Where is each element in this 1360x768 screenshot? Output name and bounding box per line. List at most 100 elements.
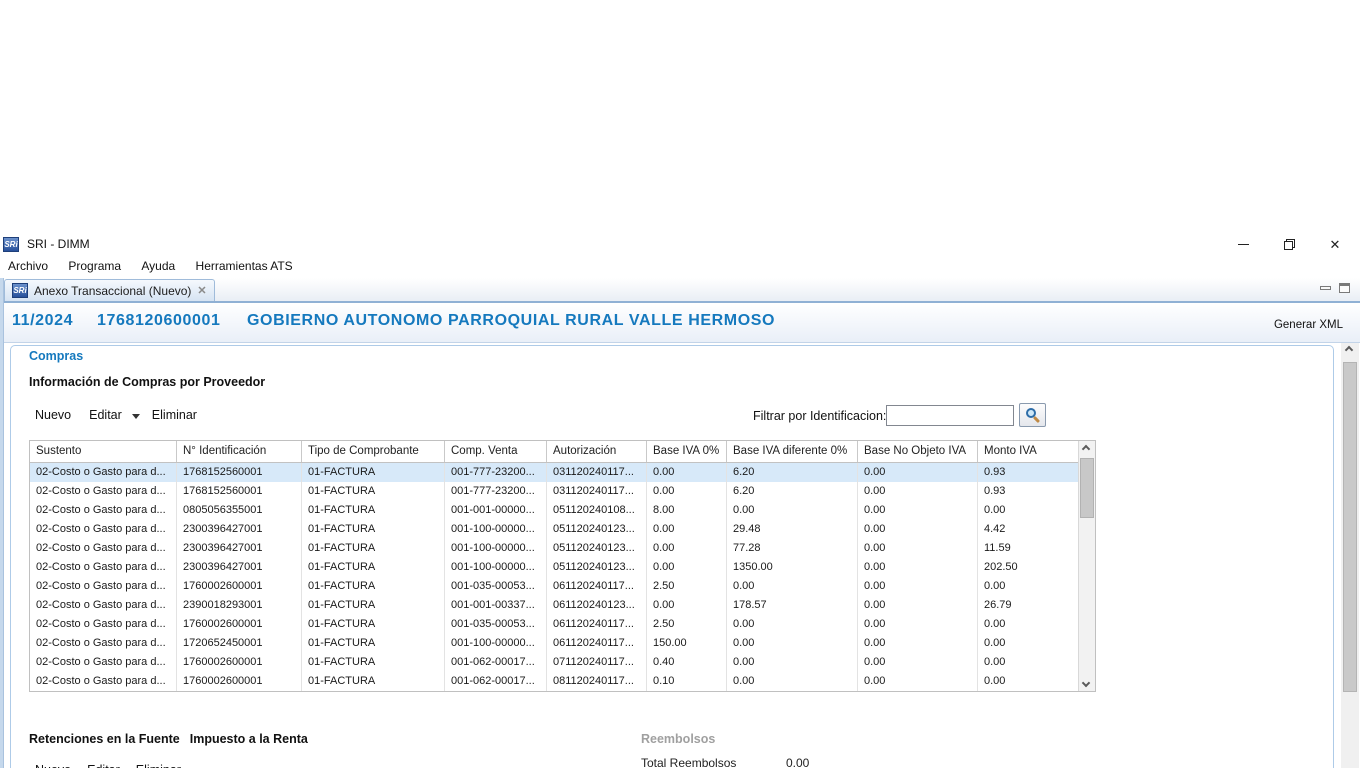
retenciones-eliminar-button[interactable]: Eliminar (136, 763, 181, 768)
table-cell: 051120240123... (547, 539, 647, 558)
sri-app-icon: SRi (3, 237, 19, 252)
page-scrollbar[interactable] (1341, 343, 1359, 768)
table-row[interactable]: 02-Costo o Gasto para d...17206524500010… (30, 634, 1078, 653)
column-header[interactable]: Base No Objeto IVA (858, 441, 978, 462)
table-cell: 202.50 (978, 558, 1078, 577)
table-cell: 0.00 (727, 501, 858, 520)
table-cell: 2.50 (647, 577, 727, 596)
restore-button[interactable] (1274, 232, 1304, 256)
table-row[interactable]: 02-Costo o Gasto para d...17600026000010… (30, 672, 1078, 691)
table-cell: 1768152560001 (177, 482, 302, 501)
table-cell: 02-Costo o Gasto para d... (30, 596, 177, 615)
table-cell: 001-100-00000... (445, 558, 547, 577)
table-cell: 0.00 (978, 672, 1078, 691)
ruc-label: 1768120600001 (97, 312, 220, 330)
table-cell: 1768152560001 (177, 463, 302, 482)
compras-group-title: Compras (29, 349, 83, 363)
table-row[interactable]: 02-Costo o Gasto para d...1768152560001 0… (30, 482, 1078, 501)
column-header[interactable]: N° Identificación (177, 441, 302, 462)
column-header[interactable]: Autorización (547, 441, 647, 462)
table-cell: 0.00 (647, 558, 727, 577)
table-cell: 0.00 (858, 482, 978, 501)
table-cell: 4.42 (978, 520, 1078, 539)
table-cell: 02-Costo o Gasto para d... (30, 501, 177, 520)
tab-close-icon[interactable]: ✕ (197, 284, 206, 297)
menu-herramientas-ats[interactable]: Herramientas ATS (196, 259, 293, 273)
table-cell: 02-Costo o Gasto para d... (30, 482, 177, 501)
column-header[interactable]: Comp. Venta (445, 441, 547, 462)
table-cell: 02-Costo o Gasto para d... (30, 577, 177, 596)
table-cell: 8.00 (647, 501, 727, 520)
minimize-button[interactable] (1228, 232, 1258, 256)
column-header[interactable]: Sustento (30, 441, 177, 462)
table-row[interactable]: 02-Costo o Gasto para d...23003964270010… (30, 558, 1078, 577)
nuevo-button[interactable]: Nuevo (35, 408, 71, 422)
table-cell: 001-100-00000... (445, 634, 547, 653)
search-button[interactable] (1019, 403, 1046, 427)
table-cell: 2390018293001 (177, 596, 302, 615)
table-scrollbar[interactable] (1078, 441, 1095, 691)
table-cell: 001-100-00000... (445, 520, 547, 539)
table-cell: 01-FACTURA (302, 596, 445, 615)
table-scrollbar-thumb[interactable] (1080, 458, 1094, 518)
retenciones-editar-button[interactable]: Editar (87, 763, 120, 768)
table-cell: 01-FACTURA (302, 520, 445, 539)
table-cell: 0.00 (727, 653, 858, 672)
retenciones-nuevo-button[interactable]: Nuevo (35, 763, 71, 768)
table-cell: 150.00 (647, 634, 727, 653)
table-row[interactable]: 02-Costo o Gasto para d...17600026000010… (30, 615, 1078, 634)
table-cell: 0.00 (727, 615, 858, 634)
column-header[interactable]: Monto IVA (978, 441, 1080, 462)
table-cell: 0.00 (647, 539, 727, 558)
table-cell: 0.93 (978, 463, 1078, 482)
table-cell: 02-Costo o Gasto para d... (30, 615, 177, 634)
total-reembolsos-value: 0.00 (786, 756, 809, 768)
table-cell: 29.48 (727, 520, 858, 539)
close-button[interactable]: ✕ (1320, 232, 1350, 256)
table-row[interactable]: 02-Costo o Gasto para d...17681525600010… (30, 463, 1078, 482)
compras-table: SustentoN° IdentificaciónTipo de Comprob… (29, 440, 1096, 692)
table-cell: 0.00 (978, 501, 1078, 520)
total-reembolsos-label: Total Reembolsos (641, 756, 736, 768)
menu-ayuda[interactable]: Ayuda (141, 259, 175, 273)
table-row[interactable]: 02-Costo o Gasto para d...23003964270010… (30, 520, 1078, 539)
scroll-up-icon[interactable] (1345, 346, 1353, 354)
table-row[interactable]: 02-Costo o Gasto para d...17600026000010… (30, 577, 1078, 596)
retenciones-title-part2: Impuesto a la Renta (190, 732, 308, 746)
maximize-pane-icon[interactable] (1339, 283, 1350, 293)
table-cell: 0.00 (858, 615, 978, 634)
table-cell: 0.00 (727, 672, 858, 691)
table-cell: 0.00 (727, 577, 858, 596)
table-header-row: SustentoN° IdentificaciónTipo de Comprob… (30, 441, 1095, 463)
table-row[interactable]: 02-Costo o Gasto para d...23900182930010… (30, 596, 1078, 615)
table-cell: 01-FACTURA (302, 558, 445, 577)
minimize-pane-icon[interactable] (1320, 286, 1331, 290)
editar-dropdown-icon[interactable] (132, 414, 140, 419)
eliminar-button[interactable]: Eliminar (152, 408, 197, 422)
table-cell: 0.00 (858, 558, 978, 577)
table-row[interactable]: 02-Costo o Gasto para d...08050563550010… (30, 501, 1078, 520)
column-header[interactable]: Base IVA diferente 0% (727, 441, 858, 462)
generar-xml-button[interactable]: Generar XML (1274, 319, 1343, 331)
table-scroll-up-icon[interactable] (1082, 445, 1090, 453)
tab-anexo-transaccional[interactable]: SRi Anexo Transaccional (Nuevo) ✕ (4, 279, 215, 301)
table-cell: 0.00 (858, 520, 978, 539)
column-header[interactable]: Base IVA 0% (647, 441, 727, 462)
menu-programa[interactable]: Programa (68, 259, 121, 273)
editar-button[interactable]: Editar (89, 408, 122, 422)
table-cell: 02-Costo o Gasto para d... (30, 558, 177, 577)
table-cell: 001-777-23200... (445, 463, 547, 482)
table-cell: 0.00 (858, 653, 978, 672)
table-cell: 1720652450001 (177, 634, 302, 653)
page-scrollbar-thumb[interactable] (1343, 362, 1357, 692)
filter-input[interactable] (886, 405, 1014, 426)
menu-archivo[interactable]: Archivo (8, 259, 48, 273)
table-cell: 11.59 (978, 539, 1078, 558)
column-header[interactable]: Tipo de Comprobante (302, 441, 445, 462)
table-cell: 0.00 (858, 634, 978, 653)
table-cell: 01-FACTURA (302, 672, 445, 691)
table-row[interactable]: 02-Costo o Gasto para d...23003964270010… (30, 539, 1078, 558)
table-cell: 031120240117... (547, 463, 647, 482)
table-row[interactable]: 02-Costo o Gasto para d...17600026000010… (30, 653, 1078, 672)
table-scroll-down-icon[interactable] (1082, 679, 1090, 687)
